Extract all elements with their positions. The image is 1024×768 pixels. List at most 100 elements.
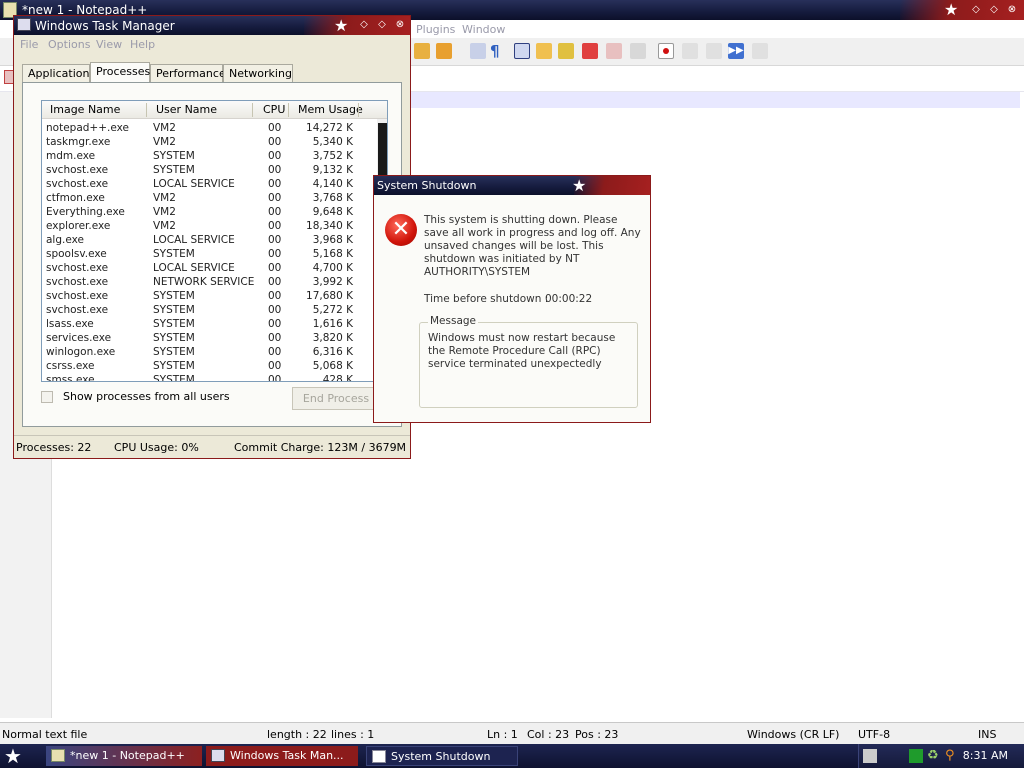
folder-workspace-icon[interactable] [606, 43, 622, 59]
task-manager-task-icon [211, 749, 225, 762]
process-cpu: 00 [268, 178, 282, 190]
process-image-name: csrss.exe [46, 360, 95, 372]
refresh-icon[interactable]: ♻ [927, 749, 941, 763]
function-list-icon[interactable] [582, 43, 598, 59]
process-image-name: taskmgr.exe [46, 136, 111, 148]
record-macro-icon[interactable] [658, 43, 674, 59]
start-button[interactable]: ★ [4, 746, 32, 766]
table-row[interactable]: svchost.exe LOCAL SERVICE 00 4,140 K [42, 177, 377, 191]
menu-help[interactable]: Help [130, 38, 155, 51]
play-macro-icon[interactable] [706, 43, 722, 59]
table-row[interactable]: notepad++.exe VM2 00 14,272 K [42, 121, 377, 135]
monitor-icon[interactable] [630, 43, 646, 59]
column-separator[interactable] [358, 103, 359, 117]
clock[interactable]: 8:31 AM [963, 749, 1008, 762]
table-row[interactable]: mdm.exe SYSTEM 00 3,752 K [42, 149, 377, 163]
status-encoding[interactable]: UTF-8 [858, 728, 890, 741]
taskbar-task-task-manager[interactable]: Windows Task Man... [206, 746, 358, 766]
process-image-name: winlogon.exe [46, 346, 116, 358]
table-row[interactable]: svchost.exe SYSTEM 00 17,680 K [42, 289, 377, 303]
tab-networking[interactable]: Networking [223, 64, 293, 82]
replace-icon[interactable] [436, 43, 452, 59]
process-image-name: svchost.exe [46, 304, 109, 316]
table-row[interactable]: winlogon.exe SYSTEM 00 6,316 K [42, 345, 377, 359]
table-row[interactable]: csrss.exe SYSTEM 00 5,068 K [42, 359, 377, 373]
tab-performance[interactable]: Performance [150, 64, 226, 82]
column-cpu[interactable]: CPU [263, 103, 285, 116]
taskbar: ★ *new 1 - Notepad++ Windows Task Man...… [0, 744, 1024, 768]
process-user-name: SYSTEM [153, 346, 195, 358]
keyboard-icon[interactable] [863, 749, 877, 763]
notepad-task-icon [51, 749, 65, 762]
process-mem-usage: 18,340 K [306, 220, 353, 232]
table-row[interactable]: spoolsv.exe SYSTEM 00 5,168 K [42, 247, 377, 261]
process-image-name: alg.exe [46, 234, 84, 246]
table-row[interactable]: svchost.exe SYSTEM 00 9,132 K [42, 163, 377, 177]
task-manager-titlebar[interactable]: Windows Task Manager ★ ◇ ◇ ⊗ [14, 16, 410, 35]
tab-applications[interactable]: Applications [22, 64, 95, 82]
table-row[interactable]: ctfmon.exe VM2 00 3,768 K [42, 191, 377, 205]
run-macro-multiple-icon[interactable]: ▶▶ [728, 43, 744, 59]
process-cpu: 00 [268, 346, 282, 358]
table-row[interactable]: taskmgr.exe VM2 00 5,340 K [42, 135, 377, 149]
taskbar-task-notepad[interactable]: *new 1 - Notepad++ [46, 746, 202, 766]
column-separator[interactable] [146, 103, 147, 117]
status-length: length : 22 [267, 728, 327, 741]
find-icon[interactable] [414, 43, 430, 59]
process-image-name: svchost.exe [46, 276, 109, 288]
stop-macro-icon[interactable] [682, 43, 698, 59]
error-icon: ✕ [385, 214, 417, 246]
search-icon[interactable]: ⚲ [945, 749, 959, 763]
table-row[interactable]: alg.exe LOCAL SERVICE 00 3,968 K [42, 233, 377, 247]
close-icon[interactable]: ⊗ [1006, 4, 1018, 16]
save-macro-icon[interactable] [752, 43, 768, 59]
menu-file[interactable]: File [20, 38, 38, 51]
tab-processes[interactable]: Processes [90, 62, 150, 83]
table-row[interactable]: svchost.exe LOCAL SERVICE 00 4,700 K [42, 261, 377, 275]
process-cpu: 00 [268, 164, 282, 176]
menu-window[interactable]: Window [462, 23, 505, 36]
notepad-statusbar: Normal text file length : 22 lines : 1 L… [0, 722, 1024, 744]
close-icon[interactable]: ⊗ [394, 19, 406, 31]
shutdown-dialog-titlebar[interactable]: System Shutdown ★ [374, 176, 650, 195]
system-tray: ♻ ⚲ 8:31 AM [858, 744, 1024, 768]
maximize-icon[interactable]: ◇ [988, 4, 1000, 16]
maximize-icon[interactable]: ◇ [376, 19, 388, 31]
doc-map-icon[interactable] [558, 43, 574, 59]
process-cpu: 00 [268, 192, 282, 204]
system-shutdown-dialog: System Shutdown ★ ✕ This system is shutt… [373, 175, 651, 423]
indent-guide-icon[interactable] [514, 43, 530, 59]
table-row[interactable]: svchost.exe NETWORK SERVICE 00 3,992 K [42, 275, 377, 289]
column-separator[interactable] [252, 103, 253, 117]
menu-view[interactable]: View [96, 38, 122, 51]
table-row[interactable]: Everything.exe VM2 00 9,648 K [42, 205, 377, 219]
process-mem-usage: 3,820 K [312, 332, 353, 344]
minimize-icon[interactable]: ◇ [358, 19, 370, 31]
process-mem-usage: 5,272 K [312, 304, 353, 316]
minimize-icon[interactable]: ◇ [970, 4, 982, 16]
table-row[interactable]: svchost.exe SYSTEM 00 5,272 K [42, 303, 377, 317]
taskbar-task-shutdown[interactable]: System Shutdown [366, 746, 518, 766]
table-row[interactable]: lsass.exe SYSTEM 00 1,616 K [42, 317, 377, 331]
column-image-name[interactable]: Image Name [50, 103, 120, 116]
show-all-chars-icon[interactable]: ¶ [490, 43, 506, 59]
column-mem-usage[interactable]: Mem Usage [298, 103, 363, 116]
menu-options[interactable]: Options [48, 38, 90, 51]
column-user-name[interactable]: User Name [156, 103, 217, 116]
folder-icon[interactable] [536, 43, 552, 59]
network-icon[interactable] [909, 749, 923, 763]
status-eol[interactable]: Windows (CR LF) [747, 728, 839, 741]
table-row[interactable]: explorer.exe VM2 00 18,340 K [42, 219, 377, 233]
menu-plugins[interactable]: Plugins [416, 23, 455, 36]
message-group-label: Message [428, 315, 479, 327]
wrap-icon[interactable] [470, 43, 486, 59]
end-process-button[interactable]: End Process [292, 387, 380, 410]
table-row[interactable]: services.exe SYSTEM 00 3,820 K [42, 331, 377, 345]
table-row[interactable]: smss.exe SYSTEM 00 428 K [42, 373, 377, 381]
status-processes: Processes: 22 [16, 441, 92, 454]
time-before-shutdown-value: 00:00:22 [545, 293, 593, 305]
checkbox-box[interactable] [41, 391, 53, 403]
process-mem-usage: 17,680 K [306, 290, 353, 302]
process-list[interactable]: Image Name User Name CPU Mem Usage notep… [41, 100, 388, 382]
column-separator[interactable] [288, 103, 289, 117]
